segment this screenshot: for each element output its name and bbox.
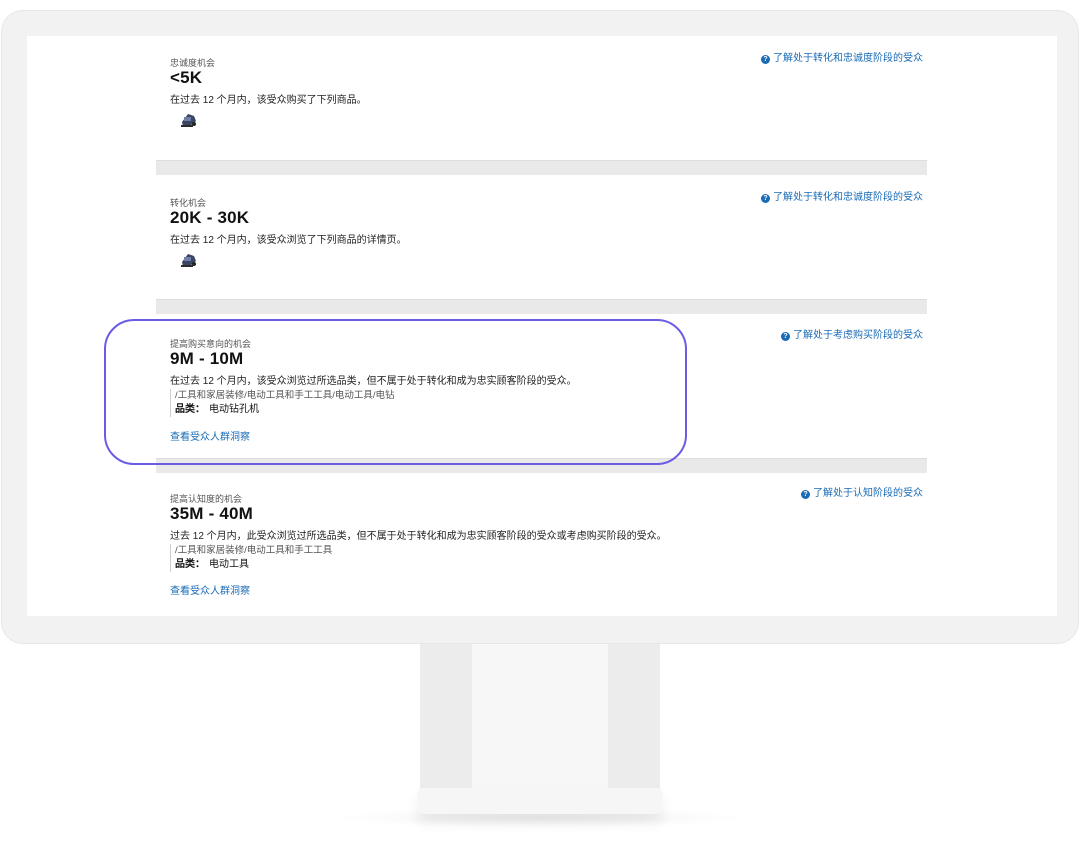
question-icon: ? — [781, 332, 790, 341]
question-icon: ? — [761, 194, 770, 203]
help-link-awareness[interactable]: ? 了解处于认知阶段的受众 — [801, 484, 923, 499]
loyalty-opportunity-card: ? 了解处于转化和忠诚度阶段的受众 忠诚度机会 <5K 在过去 12 个月内，该受… — [156, 36, 927, 160]
card-description: 在过去 12 个月内，该受众购买了下列商品。 — [170, 95, 367, 106]
audience-size-range: 20K - 30K — [170, 208, 250, 227]
category-row: 品类： 电动钻孔机 — [175, 403, 395, 417]
question-icon: ? — [801, 490, 810, 499]
conversion-opportunity-card: ? 了解处于转化和忠诚度阶段的受众 转化机会 20K - 30K 在过去 12 个… — [156, 176, 927, 299]
monitor-stand-base — [418, 788, 662, 814]
card-description: 过去 12 个月内，此受众浏览过所选品类，但不属于处于转化和成为忠实顾客阶段的受… — [170, 531, 667, 542]
section-divider — [156, 299, 927, 314]
monitor-stand-neck — [420, 644, 660, 794]
audience-size-range: 35M - 40M — [170, 504, 254, 523]
category-path: /工具和家居装修/电动工具和手工工具/电动工具/电钻 — [175, 390, 395, 401]
audience-size-range: 9M - 10M — [170, 349, 244, 368]
category-path: /工具和家居装修/电动工具和手工工具 — [175, 545, 333, 556]
card-description: 在过去 12 个月内，该受众浏览过所选品类，但不属于处于转化和成为忠实顾客阶段的… — [170, 376, 577, 387]
consideration-opportunity-card: ? 了解处于考虑购买阶段的受众 提高购买意向的机会 9M - 10M 在过去 12… — [156, 315, 927, 458]
question-icon: ? — [761, 55, 770, 64]
monitor-frame: ? 了解处于转化和忠诚度阶段的受众 忠诚度机会 <5K 在过去 12 个月内，该受… — [1, 10, 1079, 644]
category-label: 品类： — [175, 404, 205, 415]
awareness-opportunity-card: ? 了解处于认知阶段的受众 提高认知度的机会 35M - 40M 过去 12 个月… — [156, 474, 927, 616]
screen: ? 了解处于转化和忠诚度阶段的受众 忠诚度机会 <5K 在过去 12 个月内，该受… — [27, 36, 1057, 616]
power-tool-product-icon[interactable] — [178, 108, 200, 130]
help-link-conversion-loyalty[interactable]: ? 了解处于转化和忠诚度阶段的受众 — [761, 49, 923, 64]
category-block: /工具和家居装修/电动工具和手工工具/电动工具/电钻 品类： 电动钻孔机 — [170, 389, 395, 417]
category-value: 电动工具 — [209, 559, 249, 570]
category-value: 电动钻孔机 — [209, 404, 259, 415]
view-audience-insights-link[interactable]: 查看受众人群洞察 — [170, 428, 250, 443]
card-description: 在过去 12 个月内，该受众浏览了下列商品的详情页。 — [170, 235, 407, 246]
category-label: 品类： — [175, 559, 205, 570]
section-divider — [156, 458, 927, 473]
view-audience-insights-link[interactable]: 查看受众人群洞察 — [170, 582, 250, 597]
section-divider — [156, 160, 927, 175]
help-link-consideration[interactable]: ? 了解处于考虑购买阶段的受众 — [781, 326, 923, 341]
category-block: /工具和家居装修/电动工具和手工工具 品类： 电动工具 — [170, 544, 332, 572]
help-link-conversion-loyalty[interactable]: ? 了解处于转化和忠诚度阶段的受众 — [761, 188, 923, 203]
category-row: 品类： 电动工具 — [175, 558, 332, 572]
power-tool-product-icon[interactable] — [178, 248, 200, 270]
audience-size-range: <5K — [170, 68, 203, 87]
